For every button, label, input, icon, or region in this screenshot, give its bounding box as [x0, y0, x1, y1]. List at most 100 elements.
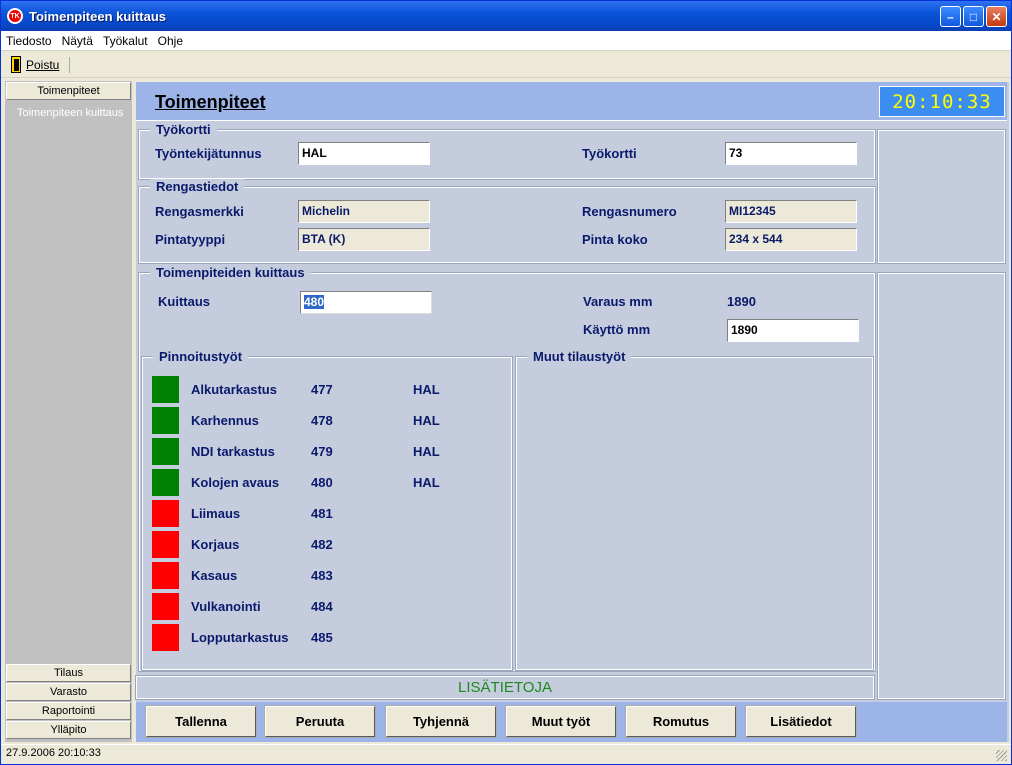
status-indicator-477[interactable] [152, 376, 179, 403]
group-title: Toimenpiteiden kuittaus [150, 265, 311, 280]
resize-grip-icon[interactable] [996, 750, 1007, 761]
sidebar-item-toimenpiteet[interactable]: Toimenpiteet [6, 82, 131, 100]
operation-code-478: 478 [311, 413, 333, 428]
tire-number-label: Rengasnumero [582, 204, 677, 219]
employee-label: Työntekijätunnus [155, 146, 262, 161]
page-title: Toimenpiteet [155, 92, 266, 112]
toolbar-divider [69, 56, 71, 73]
menu-ohje[interactable]: Ohje [153, 34, 188, 48]
exit-door-icon[interactable] [11, 56, 21, 73]
scrap-button[interactable]: Romutus [625, 705, 737, 738]
operation-user-477: HAL [413, 382, 440, 397]
app-window: TK Toimenpiteen kuittaus – □ ✕ Tiedosto … [0, 0, 1012, 765]
sidebar-item-varasto[interactable]: Varasto [6, 683, 131, 701]
operation-name-482: Korjaus [191, 537, 240, 552]
group-muut-tilaustyot: Muut tilaustyöt [515, 349, 874, 671]
status-indicator-481[interactable] [152, 500, 179, 527]
group-title: Pinnoitustyöt [153, 349, 249, 364]
kuittaus-input[interactable]: 480 [300, 291, 432, 314]
other-works-button[interactable]: Muut työt [505, 705, 617, 738]
side-panel-top [877, 129, 1006, 264]
cancel-button[interactable]: Peruuta [264, 705, 376, 738]
more-info-button[interactable]: Lisätiedot [745, 705, 857, 738]
toolbar: Poistu [1, 52, 1011, 78]
tread-type-label: Pintatyyppi [155, 232, 226, 247]
title-bar[interactable]: TK Toimenpiteen kuittaus – □ ✕ [1, 1, 1011, 31]
main-panel: Toimenpiteet 20:10:33 Työkortti Työnteki… [135, 82, 1009, 742]
status-indicator-482[interactable] [152, 531, 179, 558]
operation-code-483: 483 [311, 568, 333, 583]
status-indicator-478[interactable] [152, 407, 179, 434]
tire-brand-label: Rengasmerkki [155, 204, 244, 219]
kaytto-input[interactable]: 1890 [727, 319, 859, 342]
status-datetime: 27.9.2006 20:10:33 [6, 747, 101, 759]
operation-name-480: Kolojen avaus [191, 475, 280, 490]
operation-name-484: Vulkanointi [191, 599, 261, 614]
menu-nayta[interactable]: Näytä [57, 34, 98, 48]
status-indicator-485[interactable] [152, 624, 179, 651]
menu-bar: Tiedosto Näytä Työkalut Ohje [1, 31, 1011, 51]
operation-name-479: NDI tarkastus [191, 444, 275, 459]
group-title: Muut tilaustyöt [527, 349, 632, 364]
additional-info-banner: LISÄTIETOJA [135, 675, 875, 700]
window-title: Toimenpiteen kuittaus [29, 8, 166, 24]
save-button[interactable]: Tallenna [145, 705, 257, 738]
operation-code-484: 484 [311, 599, 333, 614]
operation-code-481: 481 [311, 506, 333, 521]
group-rengastiedot: Rengastiedot Rengasmerkki Michelin Renga… [138, 179, 876, 264]
group-kuittaus: Toimenpiteiden kuittaus Kuittaus 480 Var… [138, 265, 876, 672]
status-indicator-480[interactable] [152, 469, 179, 496]
sidebar-item-raportointi[interactable]: Raportointi [6, 702, 131, 720]
status-indicator-479[interactable] [152, 438, 179, 465]
tire-brand-field: Michelin [298, 200, 430, 223]
kuittaus-input-selection: 480 [304, 295, 325, 309]
operation-code-480: 480 [311, 475, 333, 490]
operation-name-485: Lopputarkastus [191, 630, 289, 645]
tire-number-field: MI12345 [725, 200, 857, 223]
clear-button[interactable]: Tyhjennä [385, 705, 497, 738]
operation-name-478: Karhennus [191, 413, 259, 428]
varaus-label: Varaus mm [583, 294, 653, 309]
kaytto-label: Käyttö mm [583, 322, 651, 337]
status-indicator-483[interactable] [152, 562, 179, 589]
operation-code-479: 479 [311, 444, 333, 459]
sidebar-item-tilaus[interactable]: Tilaus [6, 664, 131, 682]
group-title: Työkortti [150, 122, 217, 137]
group-tyokortti: Työkortti Työntekijätunnus HAL Työkortti… [138, 122, 876, 180]
group-pinnoitus: Pinnoitustyöt Alkutarkastus 477 HAL Karhenn… [141, 349, 513, 671]
operation-user-479: HAL [413, 444, 440, 459]
card-label: Työkortti [582, 146, 637, 161]
status-indicator-484[interactable] [152, 593, 179, 620]
tread-size-label: Pinta koko [582, 232, 648, 247]
operation-code-477: 477 [311, 382, 333, 397]
kuittaus-label: Kuittaus [158, 294, 210, 309]
varaus-value: 1890 [727, 294, 756, 309]
work-card-field[interactable]: 73 [725, 142, 857, 165]
operation-name-477: Alkutarkastus [191, 382, 277, 397]
exit-button[interactable]: Poistu [26, 58, 59, 72]
employee-id-field[interactable]: HAL [298, 142, 430, 165]
tread-type-field: BTA (K) [298, 228, 430, 251]
tread-size-field: 234 x 544 [725, 228, 857, 251]
menu-tiedosto[interactable]: Tiedosto [1, 34, 57, 48]
app-logo-icon: TK [7, 8, 23, 24]
close-button[interactable]: ✕ [986, 6, 1007, 27]
action-bar: Tallenna Peruuta Tyhjennä Muut työt Romu… [136, 702, 1007, 742]
menu-tyokalut[interactable]: Työkalut [98, 34, 153, 48]
operation-name-481: Liimaus [191, 506, 241, 521]
clock-display: 20:10:33 [879, 86, 1005, 117]
sidebar-subitem-kuittaus[interactable]: Toimenpiteen kuittaus [17, 107, 123, 119]
operation-code-485: 485 [311, 630, 333, 645]
side-panel-bottom [877, 272, 1006, 700]
operation-name-483: Kasaus [191, 568, 238, 583]
operation-user-480: HAL [413, 475, 440, 490]
minimize-button[interactable]: – [940, 6, 961, 27]
operation-user-478: HAL [413, 413, 440, 428]
status-bar: 27.9.2006 20:10:33 [1, 744, 1011, 764]
sidebar-item-yllapito[interactable]: Ylläpito [6, 721, 131, 739]
sidebar: Toimenpiteet Toimenpiteen kuittaus Tilau… [5, 81, 132, 742]
group-title: Rengastiedot [150, 179, 245, 194]
maximize-button[interactable]: □ [963, 6, 984, 27]
operation-code-482: 482 [311, 537, 333, 552]
page-header: Toimenpiteet 20:10:33 [136, 82, 1007, 121]
